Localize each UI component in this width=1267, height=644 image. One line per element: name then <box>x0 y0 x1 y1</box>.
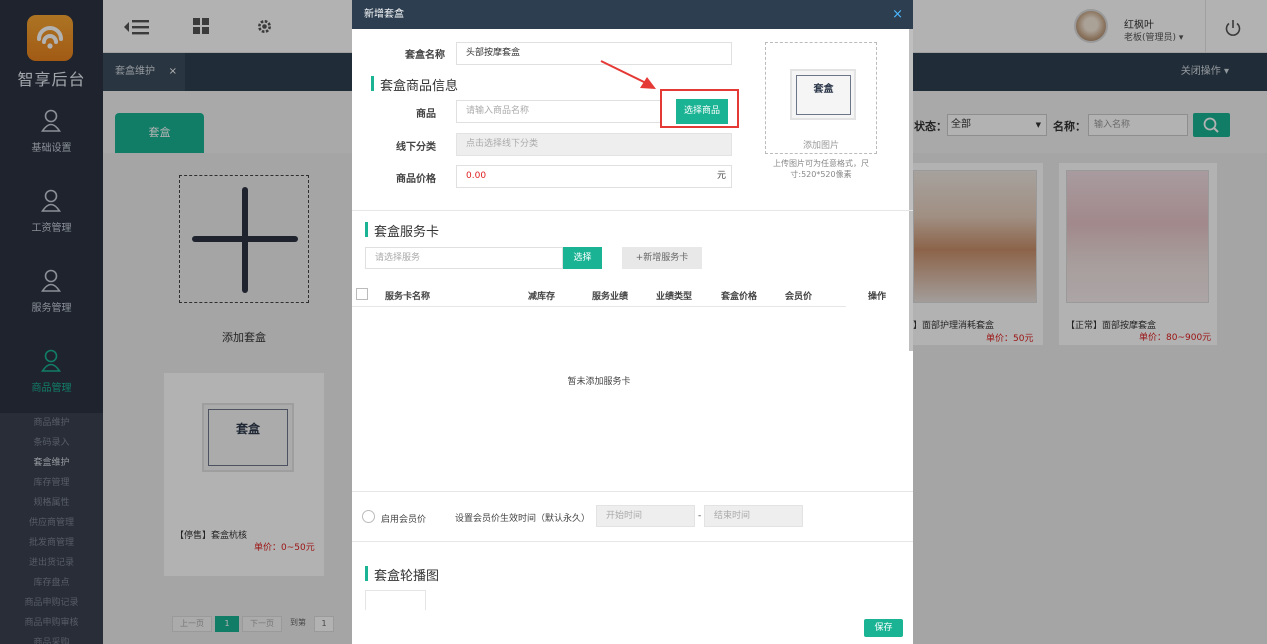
save-button[interactable]: 保存 <box>864 619 903 637</box>
end-time-input[interactable]: 结束时间 <box>704 505 803 527</box>
range-dash: - <box>698 511 702 521</box>
divider <box>352 541 913 542</box>
column-header: 操作 <box>868 292 887 302</box>
column-header: 减库存 <box>528 292 556 302</box>
price-value: 0.00 <box>466 171 487 181</box>
select-all-checkbox[interactable] <box>356 288 368 300</box>
divider <box>352 210 913 211</box>
member-time-label: 设置会员价生效时间（默认永久） <box>455 514 591 524</box>
member-price-radio[interactable] <box>362 510 375 523</box>
upload-note: 上传图片可为任意格式，尺寸:520*520像素 <box>773 159 869 179</box>
column-header: 会员价 <box>785 292 813 302</box>
price-unit: 元 <box>716 171 726 181</box>
close-icon[interactable]: × <box>892 0 903 29</box>
offline-category-label: 线下分类 <box>396 142 436 153</box>
goods-price-input[interactable]: 0.00 元 <box>456 165 732 188</box>
modal-header: 新增套盒 × <box>352 0 913 29</box>
add-service-card-button[interactable]: +新增服务卡 <box>622 247 702 269</box>
empty-table-message: 暂未添加服务卡 <box>567 377 631 387</box>
package-logo-image: 套盒 <box>790 69 856 120</box>
column-header: 服务业绩 <box>592 292 629 302</box>
start-time-input[interactable]: 开始时间 <box>596 505 695 527</box>
arrow-annotation-icon <box>600 60 656 89</box>
scrollbar[interactable] <box>909 29 913 351</box>
highlight-box <box>660 89 739 128</box>
new-package-modal: 新增套盒 × 套盒名称 头部按摩套盒 套盒商品信息 商品 请输入商品名称 选择 商… <box>352 0 913 644</box>
service-input[interactable]: 请选择服务 <box>365 247 563 269</box>
goods-input[interactable]: 请输入商品名称 <box>456 100 662 123</box>
carousel-upload-slot[interactable] <box>365 590 426 610</box>
goods-section-title: 套盒商品信息 <box>371 75 458 94</box>
member-price-label: 启用会员价 <box>381 515 427 525</box>
modal-title: 新增套盒 <box>364 9 404 20</box>
image-upload-area[interactable]: 套盒 添加图片 <box>765 42 877 154</box>
goods-label: 商品 <box>416 109 436 120</box>
package-name-input[interactable]: 头部按摩套盒 <box>456 42 732 65</box>
service-card-section-title: 套盒服务卡 <box>365 221 439 240</box>
table-header-divider <box>352 306 846 307</box>
goods-price-label: 商品价格 <box>396 174 436 185</box>
add-image-label: 添加图片 <box>802 141 839 151</box>
package-name-label: 套盒名称 <box>405 50 445 61</box>
select-service-button[interactable]: 选择 <box>563 247 602 269</box>
logo-lettering: 套盒 <box>813 84 834 95</box>
offline-category-input[interactable]: 点击选择线下分类 <box>456 133 732 156</box>
divider <box>352 491 913 492</box>
column-header: 套盒价格 <box>721 292 758 302</box>
carousel-section-title: 套盒轮播图 <box>365 565 439 584</box>
column-header: 服务卡名称 <box>385 292 431 302</box>
column-header: 业绩类型 <box>656 292 693 302</box>
